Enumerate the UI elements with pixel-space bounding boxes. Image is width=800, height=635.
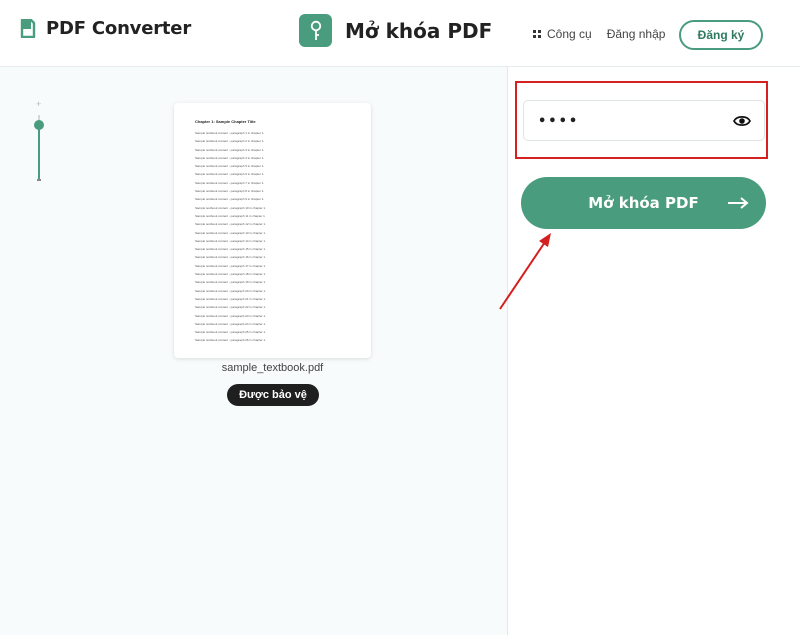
page-title: Mở khóa PDF	[345, 18, 493, 43]
thumbnail-line: Sample textbook content - paragraph 14 i…	[195, 238, 266, 243]
thumbnail-line: Sample textbook content - paragraph 10 i…	[195, 205, 266, 210]
thumbnail-lines: Sample textbook content - paragraph 1 in…	[195, 129, 351, 345]
thumbnail-line: Sample textbook content - paragraph 26 i…	[195, 338, 266, 343]
thumbnail-heading: Chapter 1: Sample Chapter Title	[195, 119, 256, 124]
thumbnail-line: Sample textbook content - paragraph 7 in…	[195, 180, 265, 185]
thumbnail-line: Sample textbook content - paragraph 13 i…	[195, 230, 266, 235]
top-nav: Công cụ Đăng nhập	[533, 27, 665, 41]
thumbnail-line: Sample textbook content - paragraph 9 in…	[195, 197, 265, 202]
file-name: sample_textbook.pdf	[221, 362, 324, 374]
thumbnail-line: Sample textbook content - paragraph 15 i…	[195, 247, 266, 252]
zoom-fill	[38, 125, 40, 180]
thumbnail-line: Sample textbook content - paragraph 22 i…	[195, 305, 266, 310]
annotation-arrow	[499, 233, 551, 310]
arrow-right-icon	[728, 197, 749, 209]
thumbnail-line: Sample textbook content - paragraph 6 in…	[195, 172, 265, 177]
document-icon	[20, 19, 36, 38]
nav-tools-link[interactable]: Công cụ	[533, 27, 592, 41]
plus-icon[interactable]: +	[36, 99, 41, 109]
zoom-slider[interactable]: +	[33, 99, 45, 185]
nav-tools-label: Công cụ	[547, 27, 592, 41]
thumbnail-line: Sample textbook content - paragraph 24 i…	[195, 321, 266, 326]
tool-title-group: Mở khóa PDF	[299, 14, 492, 47]
zoom-handle[interactable]	[34, 120, 44, 130]
key-icon	[299, 14, 332, 47]
brand-name: PDF Converter	[46, 18, 191, 39]
thumbnail-line: Sample textbook content - paragraph 19 i…	[195, 280, 266, 285]
login-link[interactable]: Đăng nhập	[607, 27, 666, 41]
thumbnail-line: Sample textbook content - paragraph 2 in…	[195, 139, 265, 144]
signup-button[interactable]: Đăng ký	[679, 20, 763, 50]
thumbnail-line: Sample textbook content - paragraph 21 i…	[195, 296, 266, 301]
thumbnail-line: Sample textbook content - paragraph 20 i…	[195, 288, 266, 293]
thumbnail-line: Sample textbook content - paragraph 5 in…	[195, 164, 265, 169]
minus-icon[interactable]	[37, 179, 41, 181]
grid-icon	[533, 30, 541, 38]
thumbnail-line: Sample textbook content - paragraph 18 i…	[195, 272, 266, 277]
thumbnail-line: Sample textbook content - paragraph 4 in…	[195, 155, 265, 160]
thumbnail-line: Sample textbook content - paragraph 16 i…	[195, 255, 266, 260]
pdf-thumbnail[interactable]: Chapter 1: Sample Chapter Title Sample t…	[174, 103, 371, 358]
thumbnail-line: Sample textbook content - paragraph 25 i…	[195, 330, 266, 335]
thumbnail-line: Sample textbook content - paragraph 8 in…	[195, 189, 265, 194]
thumbnail-line: Sample textbook content - paragraph 17 i…	[195, 263, 266, 268]
thumbnail-line: Sample textbook content - paragraph 23 i…	[195, 313, 266, 318]
brand-logo[interactable]: PDF Converter	[20, 18, 191, 39]
status-badge: Được bảo vệ	[227, 384, 319, 406]
unlock-pdf-button[interactable]: Mở khóa PDF	[521, 177, 766, 229]
thumbnail-line: Sample textbook content - paragraph 3 in…	[195, 147, 265, 152]
app-header: PDF Converter Mở khóa PDF Công cụ Đăng n…	[0, 0, 800, 67]
thumbnail-line: Sample textbook content - paragraph 12 i…	[195, 222, 266, 227]
thumbnail-line: Sample textbook content - paragraph 11 i…	[195, 213, 266, 218]
annotation-highlight-box	[515, 81, 768, 159]
thumbnail-line: Sample textbook content - paragraph 1 in…	[195, 131, 265, 135]
